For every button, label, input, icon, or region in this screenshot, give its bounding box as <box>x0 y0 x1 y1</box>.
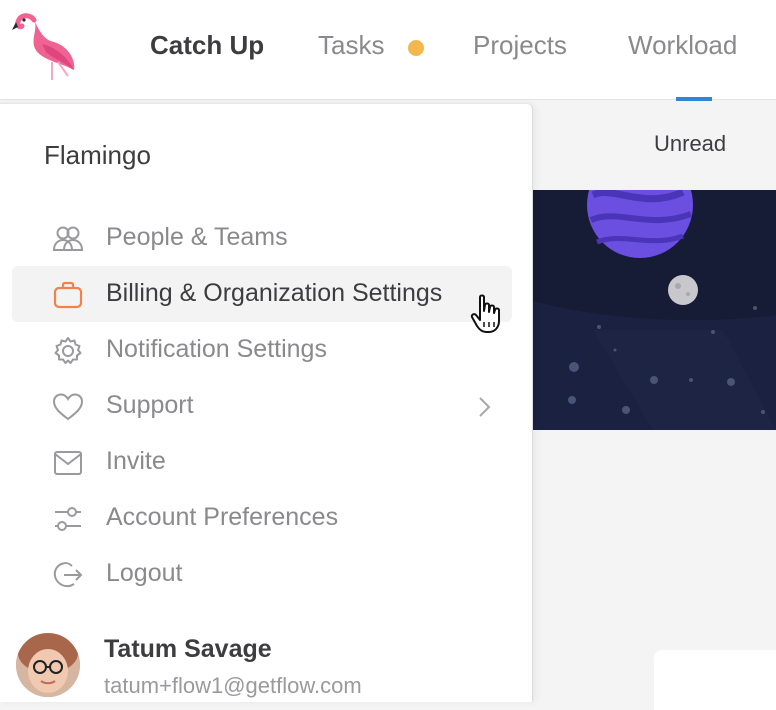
menu-item-label: Support <box>106 391 194 419</box>
gear-icon <box>54 337 82 364</box>
avatar[interactable] <box>16 633 80 697</box>
menu-item-notification-settings[interactable]: Notification Settings <box>12 322 512 378</box>
menu-item-account-preferences[interactable]: Account Preferences <box>12 490 512 546</box>
menu-item-label: Invite <box>106 447 166 475</box>
organization-menu: Flamingo People & Teams Billing & Organi… <box>0 103 533 702</box>
flamingo-logo-icon[interactable] <box>12 10 82 82</box>
nav-tab-workload[interactable]: Workload <box>628 30 737 61</box>
envelope-icon <box>54 451 82 475</box>
menu-item-people-teams[interactable]: People & Teams <box>12 210 512 266</box>
nav-tab-tasks[interactable]: Tasks <box>318 30 384 61</box>
user-name: Tatum Savage <box>104 635 272 663</box>
menu-item-label: Billing & Organization Settings <box>106 279 443 307</box>
chevron-right-icon <box>479 397 491 417</box>
briefcase-icon <box>53 281 83 309</box>
menu-item-invite[interactable]: Invite <box>12 434 512 490</box>
sliders-icon <box>55 507 81 531</box>
unread-filter-tab[interactable]: Unread <box>654 131 726 157</box>
organization-name: Flamingo <box>44 140 151 170</box>
menu-item-label: People & Teams <box>106 223 288 251</box>
hand-pointer-cursor-icon <box>470 294 500 333</box>
menu-item-label: Notification Settings <box>106 335 327 363</box>
menu-item-logout[interactable]: Logout <box>12 546 512 602</box>
nav-tab-projects[interactable]: Projects <box>473 30 567 61</box>
menu-item-label: Account Preferences <box>106 503 339 531</box>
user-email: tatum+flow1@getflow.com <box>104 673 362 698</box>
nav-tab-catch-up[interactable]: Catch Up <box>150 30 264 61</box>
top-nav-bar: Catch Up Tasks Projects Workload <box>0 0 776 101</box>
content-card <box>654 650 776 710</box>
people-icon <box>52 226 84 251</box>
space-illustration-art <box>533 190 776 430</box>
avatar-photo-icon <box>16 633 80 697</box>
menu-item-billing-organization-settings[interactable]: Billing & Organization Settings <box>12 266 512 322</box>
space-illustration <box>533 190 776 430</box>
menu-item-label: Logout <box>106 559 183 587</box>
tasks-notification-dot <box>408 40 424 56</box>
heart-icon <box>52 393 84 421</box>
logout-icon <box>53 562 83 588</box>
user-profile[interactable]: Tatum Savage tatum+flow1@getflow.com <box>0 625 533 703</box>
menu-item-support[interactable]: Support <box>12 378 512 434</box>
